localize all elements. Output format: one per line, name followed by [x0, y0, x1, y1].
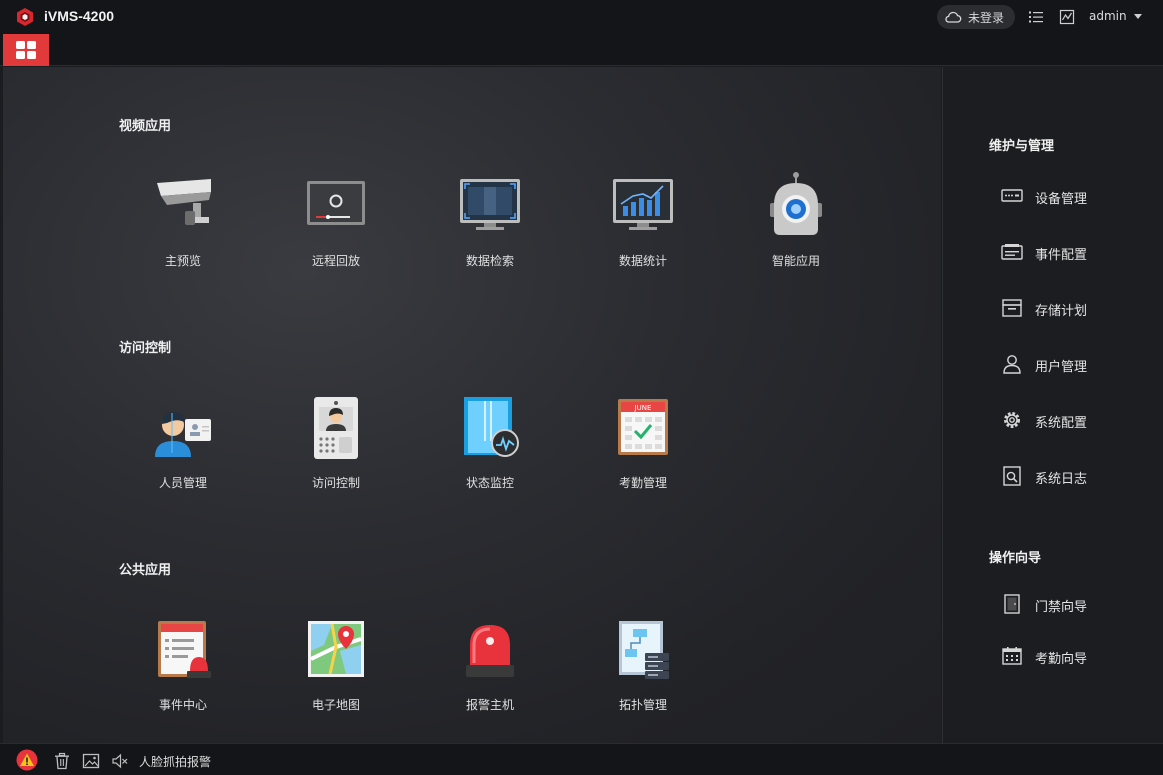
- tile-label: 状态监控: [465, 476, 514, 490]
- tile-main-view[interactable]: 主预览: [128, 179, 238, 289]
- tile-label: 数据检索: [465, 254, 514, 268]
- tile-data-search[interactable]: 数据检索: [435, 179, 545, 289]
- sidebar-item-label: 用户管理: [1035, 360, 1088, 375]
- user-menu[interactable]: admin: [1089, 9, 1127, 23]
- event-list-alarm-icon: [158, 621, 211, 678]
- sidebar-item-label: 存储计划: [1035, 304, 1088, 319]
- calendar-icon: JUNE: [618, 399, 668, 455]
- tile-label: 拓扑管理: [618, 698, 667, 712]
- sidebar-item-system-log[interactable]: 系统日志: [1001, 464, 1151, 488]
- section-title-video: 视频应用: [119, 119, 172, 134]
- chevron-down-icon[interactable]: [1134, 14, 1142, 19]
- intercom-panel-icon: [314, 397, 358, 459]
- tile-person-management[interactable]: 人员管理: [128, 401, 238, 511]
- tab-row: [0, 34, 1163, 66]
- monitor-chart-icon[interactable]: [1059, 9, 1075, 25]
- sidebar-item-system-config[interactable]: 系统配置: [1001, 408, 1151, 432]
- tile-alarm-host[interactable]: 报警主机: [435, 619, 545, 729]
- mute-icon[interactable]: [111, 752, 129, 770]
- cctv-camera-icon: [157, 179, 211, 225]
- storage-icon: [1002, 299, 1022, 317]
- section-title-access: 访问控制: [119, 341, 172, 356]
- tile-attendance-management[interactable]: JUNE 考勤管理: [588, 397, 698, 507]
- calendar-month-text: JUNE: [634, 404, 652, 412]
- statistics-monitor-icon: [613, 179, 673, 230]
- sidebar-item-storage-schedule[interactable]: 存储计划: [1001, 296, 1151, 320]
- app-logo-icon: [17, 8, 33, 26]
- sidebar-item-label: 考勤向导: [1035, 652, 1088, 667]
- search-monitor-icon: [460, 179, 520, 230]
- right-panel: 维护与管理 设备管理 事件配置 存储计划 用户管理 系统配置 系统日志 操作向导…: [942, 67, 1163, 743]
- alarm-warning-icon[interactable]: [16, 749, 38, 771]
- tile-label: 事件中心: [158, 698, 207, 712]
- tile-label: 报警主机: [465, 698, 514, 712]
- trash-icon[interactable]: [53, 752, 71, 770]
- tile-remote-playback[interactable]: 远程回放: [281, 179, 391, 289]
- sidebar-item-label: 设备管理: [1035, 192, 1088, 207]
- topology-server-icon: [619, 621, 669, 679]
- door-status-icon: [464, 397, 519, 457]
- sidebar-item-label: 系统日志: [1035, 472, 1088, 487]
- tile-label: 人员管理: [158, 476, 207, 490]
- sidebar-item-label: 门禁向导: [1035, 600, 1088, 615]
- title-bar: iVMS-4200 未登录 admin: [0, 0, 1163, 34]
- sidebar-item-label: 事件配置: [1035, 248, 1088, 263]
- tile-label: 主预览: [164, 254, 201, 268]
- tile-e-map[interactable]: 电子地图: [281, 619, 391, 729]
- smart-robot-icon: [770, 172, 822, 235]
- main-panel: 视频应用 主预览 远程回放 数据检索 数据统计 智能应用 访问控制 人员管理 访…: [3, 67, 941, 743]
- guide-title: 操作向导: [989, 551, 1042, 566]
- tile-label: 远程回放: [311, 254, 360, 268]
- calendar-icon: [1002, 647, 1022, 665]
- map-pin-icon: [308, 621, 364, 677]
- grid-icon: [16, 41, 36, 59]
- alarm-siren-icon: [466, 625, 514, 677]
- person-card-icon: [155, 412, 211, 457]
- event-config-icon: [1001, 244, 1023, 260]
- tile-label: 考勤管理: [618, 476, 667, 490]
- maintenance-title: 维护与管理: [989, 139, 1055, 154]
- status-bar: 人脸抓拍报警: [0, 743, 1163, 775]
- tile-access-control[interactable]: 访问控制: [281, 397, 391, 507]
- sidebar-item-label: 系统配置: [1035, 416, 1088, 431]
- sidebar-item-device-management[interactable]: 设备管理: [1001, 184, 1151, 208]
- task-list-icon[interactable]: [1028, 9, 1044, 25]
- sidebar-item-door-wizard[interactable]: 门禁向导: [1001, 592, 1151, 616]
- tile-label: 电子地图: [311, 698, 360, 712]
- tile-status-monitor[interactable]: 状态监控: [435, 397, 545, 507]
- tile-event-center[interactable]: 事件中心: [128, 619, 238, 729]
- gear-icon: [1004, 412, 1020, 428]
- tile-label: 数据统计: [618, 254, 667, 268]
- tile-smart-application[interactable]: 智能应用: [741, 171, 851, 281]
- image-icon[interactable]: [82, 752, 100, 770]
- login-status-label: 未登录: [968, 10, 1005, 25]
- cloud-icon: [945, 11, 962, 23]
- tile-topology-management[interactable]: 拓扑管理: [588, 619, 698, 729]
- status-message: 人脸抓拍报警: [139, 755, 212, 769]
- playback-monitor-icon: [307, 181, 365, 225]
- user-icon: [1003, 355, 1021, 374]
- sidebar-item-user-management[interactable]: 用户管理: [1001, 352, 1151, 376]
- app-title: iVMS-4200: [44, 8, 115, 24]
- sidebar-item-attendance-wizard[interactable]: 考勤向导: [1001, 644, 1151, 668]
- tile-label: 智能应用: [771, 254, 820, 268]
- device-icon: [1001, 189, 1023, 202]
- door-icon: [1004, 594, 1020, 614]
- tile-label: 访问控制: [311, 476, 360, 490]
- login-status-button[interactable]: 未登录: [937, 5, 1015, 29]
- sidebar-item-event-config[interactable]: 事件配置: [1001, 240, 1151, 264]
- home-tab[interactable]: [3, 34, 49, 66]
- tile-data-statistics[interactable]: 数据统计: [588, 179, 698, 289]
- section-title-common: 公共应用: [119, 563, 172, 578]
- log-search-icon: [1003, 466, 1021, 486]
